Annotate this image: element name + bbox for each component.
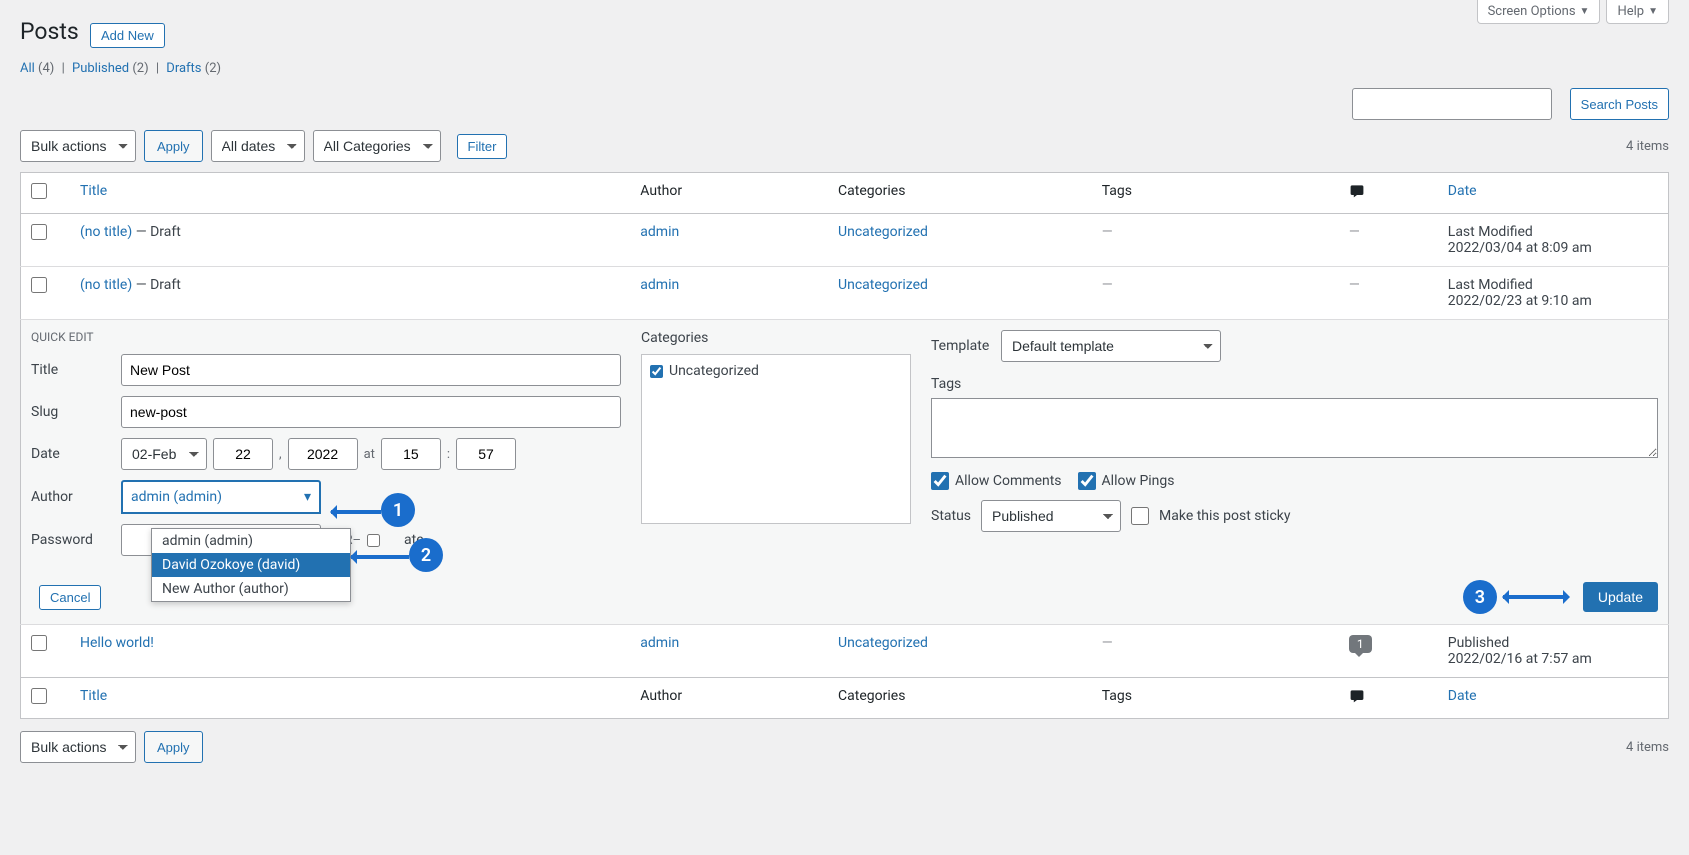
bulk-actions-select[interactable]: Bulk actions [20, 130, 136, 162]
date-filter-select[interactable]: All dates [211, 130, 305, 162]
author-option[interactable]: admin (admin) [152, 529, 350, 553]
post-title-link[interactable]: (no title) [80, 277, 132, 293]
qe-tags-label: Tags [931, 376, 1658, 392]
category-link[interactable]: Uncategorized [838, 277, 928, 293]
qe-hour-input[interactable] [381, 438, 441, 470]
quick-edit-row: QUICK EDIT Title Slug Date 02-Fe [21, 320, 1669, 625]
comments-cell: — [1339, 267, 1438, 320]
qe-update-button[interactable]: Update [1583, 582, 1658, 612]
col-date[interactable]: Date [1448, 688, 1477, 704]
comment-count-badge[interactable]: 1 [1349, 635, 1372, 653]
qe-categories-label: Categories [641, 330, 911, 346]
qe-categories-box[interactable]: Uncategorized [641, 354, 911, 524]
qe-allow-pings-checkbox[interactable] [1078, 472, 1096, 490]
date-cell: Last Modified2022/02/23 at 9:10 am [1438, 267, 1669, 320]
tags-cell: — [1092, 625, 1339, 678]
qe-slug-input[interactable] [121, 396, 621, 428]
author-link[interactable]: admin [640, 635, 679, 651]
qe-allow-comments-checkbox[interactable] [931, 472, 949, 490]
qe-title-label: Title [31, 362, 121, 378]
search-button[interactable]: Search Posts [1570, 88, 1669, 120]
col-categories: Categories [828, 678, 1092, 719]
row-checkbox[interactable] [31, 224, 47, 240]
qe-template-select[interactable]: Default template [1001, 330, 1221, 362]
qe-status-select[interactable]: Published [981, 500, 1121, 532]
comments-cell: — [1339, 214, 1438, 267]
qe-sticky-label: Make this post sticky [1159, 508, 1290, 524]
post-title-link[interactable]: (no title) [80, 224, 132, 240]
qe-private-checkbox[interactable] [367, 534, 380, 547]
col-tags: Tags [1092, 173, 1339, 214]
date-cell: Published2022/02/16 at 7:57 am [1438, 625, 1669, 678]
col-date[interactable]: Date [1448, 183, 1477, 199]
filter-published[interactable]: Published [72, 61, 129, 76]
qe-minute-input[interactable] [456, 438, 516, 470]
annotation-badge-2: 2 [409, 538, 443, 572]
add-new-button[interactable]: Add New [90, 23, 165, 48]
category-link[interactable]: Uncategorized [838, 224, 928, 240]
tags-cell: — [1092, 214, 1339, 267]
table-row: (no title) — Draft admin Uncategorized —… [21, 267, 1669, 320]
select-all-checkbox-bottom[interactable] [31, 688, 47, 704]
qe-slug-label: Slug [31, 404, 121, 420]
qe-month-select[interactable]: 02-Feb [121, 438, 207, 470]
post-title-link[interactable]: Hello world! [80, 635, 154, 651]
qe-date-label: Date [31, 446, 121, 462]
comment-icon [1349, 183, 1365, 199]
qe-author-label: Author [31, 489, 121, 505]
filter-drafts[interactable]: Drafts [166, 61, 201, 76]
qe-day-input[interactable] [213, 438, 273, 470]
tags-cell: — [1092, 267, 1339, 320]
col-categories: Categories [828, 173, 1092, 214]
items-count: 4 items [1626, 139, 1669, 154]
author-option[interactable]: David Ozokoye (david) [152, 553, 350, 577]
qe-title-input[interactable] [121, 354, 621, 386]
table-row: (no title) — Draft admin Uncategorized —… [21, 214, 1669, 267]
author-dropdown: admin (admin) David Ozokoye (david) New … [151, 528, 351, 602]
table-row: Hello world! admin Uncategorized — 1 Pub… [21, 625, 1669, 678]
category-link[interactable]: Uncategorized [838, 635, 928, 651]
author-link[interactable]: admin [640, 277, 679, 293]
author-option[interactable]: New Author (author) [152, 577, 350, 601]
col-author: Author [630, 173, 828, 214]
cat-checkbox-uncategorized[interactable] [650, 365, 663, 378]
qe-password-label: Password [31, 532, 121, 548]
qe-year-input[interactable] [288, 438, 358, 470]
posts-table: Title Author Categories Tags Date (no ti… [20, 172, 1669, 719]
qe-status-label: Status [931, 508, 971, 524]
category-filter-select[interactable]: All Categories [313, 130, 441, 162]
bulk-actions-select-bottom[interactable]: Bulk actions [20, 731, 136, 763]
qe-author-select[interactable]: admin (admin) [121, 480, 321, 514]
filter-all[interactable]: All [20, 61, 35, 76]
filter-button[interactable]: Filter [457, 134, 508, 159]
author-link[interactable]: admin [640, 224, 679, 240]
qe-sticky-checkbox[interactable] [1131, 507, 1149, 525]
status-filters: All (4) | Published (2) | Drafts (2) [20, 61, 1669, 76]
qe-template-label: Template [931, 338, 1001, 354]
annotation-badge-1: 1 [381, 493, 415, 527]
col-tags: Tags [1092, 678, 1339, 719]
annotation-badge-3: 3 [1463, 580, 1497, 614]
apply-button-bottom[interactable]: Apply [144, 731, 203, 763]
apply-button-top[interactable]: Apply [144, 130, 203, 162]
col-title[interactable]: Title [80, 688, 107, 704]
help-tab[interactable]: Help ▼ [1606, 0, 1669, 24]
select-all-checkbox[interactable] [31, 183, 47, 199]
page-title: Posts [20, 0, 79, 55]
quick-edit-heading: QUICK EDIT [31, 330, 621, 344]
caret-down-icon: ▼ [1580, 6, 1590, 17]
col-author: Author [630, 678, 828, 719]
col-title[interactable]: Title [80, 183, 107, 199]
items-count-bottom: 4 items [1626, 740, 1669, 755]
caret-down-icon: ▼ [1648, 6, 1658, 17]
search-input[interactable] [1352, 88, 1552, 120]
qe-tags-textarea[interactable] [931, 398, 1658, 458]
comment-icon [1349, 688, 1365, 704]
qe-cancel-button[interactable]: Cancel [39, 585, 101, 610]
row-checkbox[interactable] [31, 277, 47, 293]
screen-options-tab[interactable]: Screen Options ▼ [1477, 0, 1601, 24]
row-checkbox[interactable] [31, 635, 47, 651]
date-cell: Last Modified2022/03/04 at 8:09 am [1438, 214, 1669, 267]
